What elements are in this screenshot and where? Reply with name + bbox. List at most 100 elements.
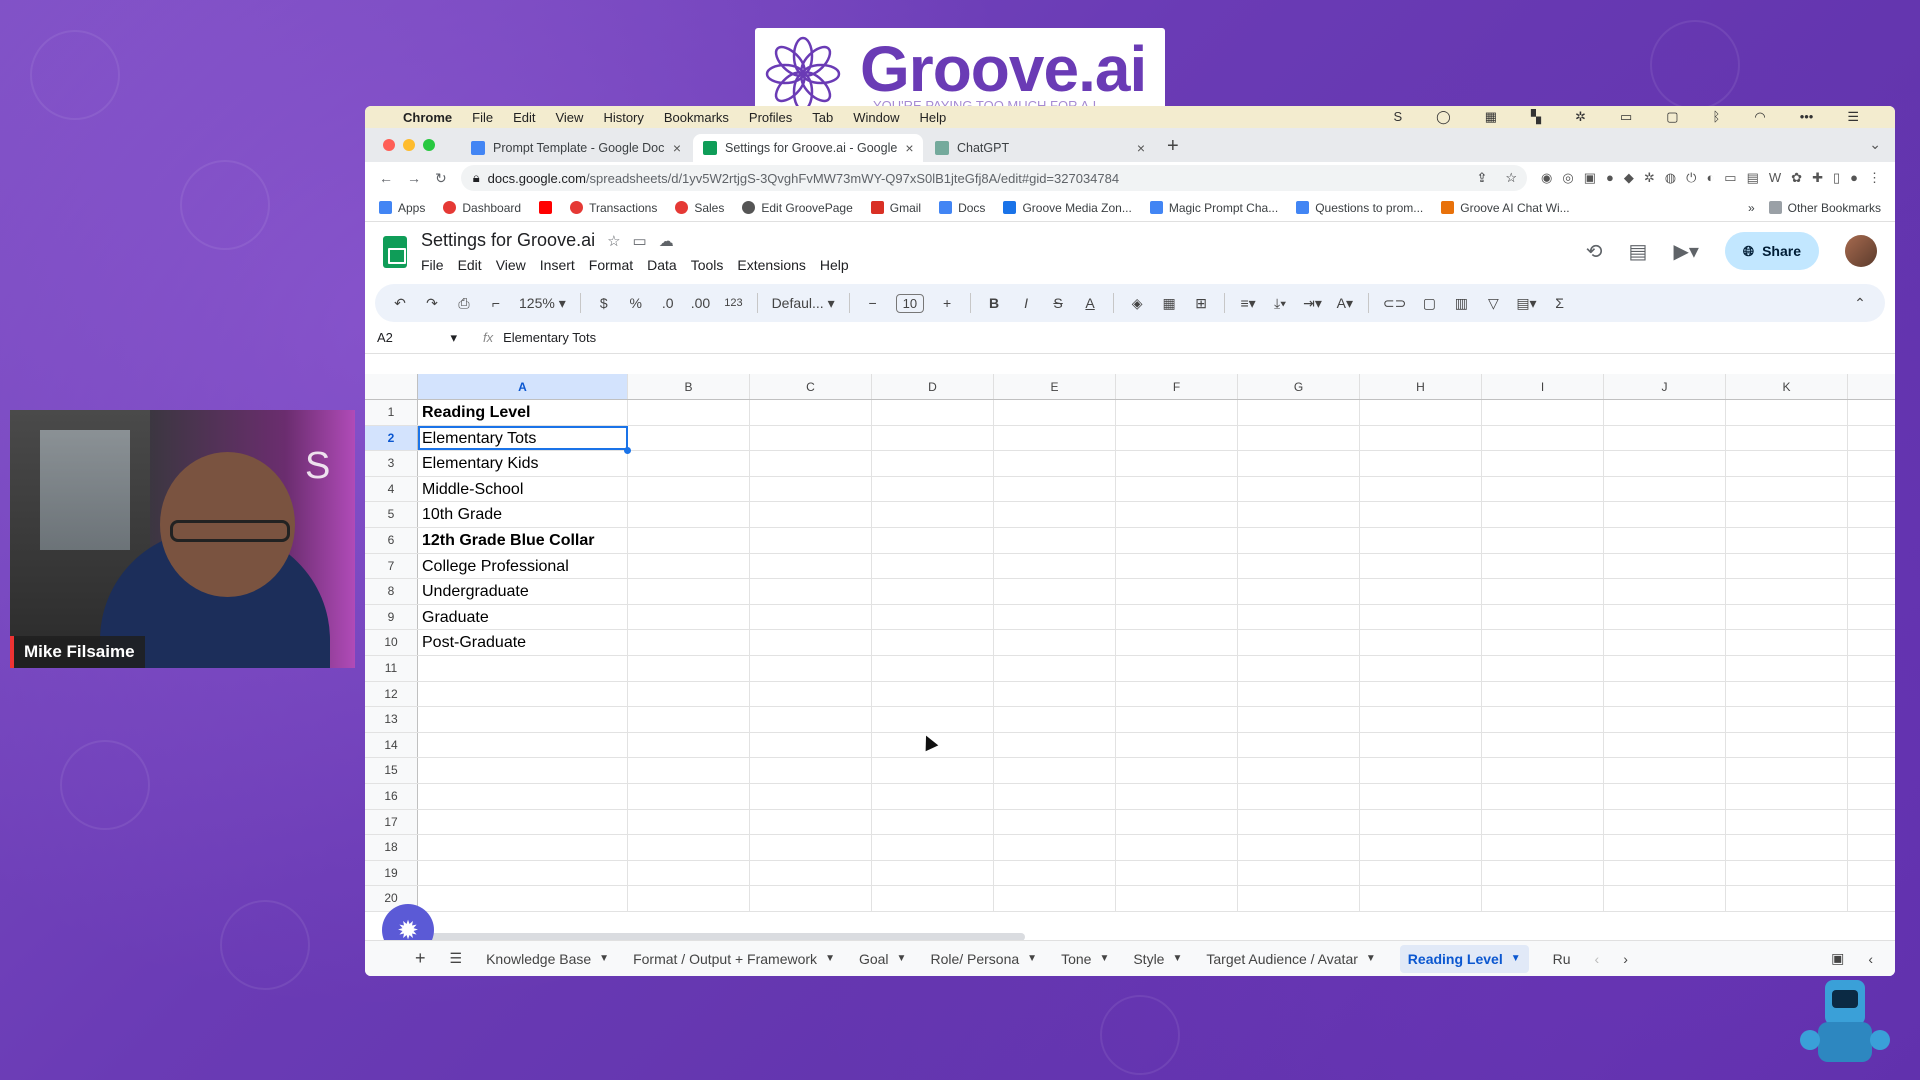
cell[interactable] [1238,860,1360,886]
text-rotation-icon[interactable]: A▾ [1336,295,1354,312]
cell[interactable] [994,476,1116,502]
bookmark-transactions[interactable]: Transactions [570,201,657,215]
bookmark-docs[interactable]: Docs [939,201,985,215]
cell[interactable] [1238,425,1360,451]
cell[interactable] [994,886,1116,911]
cell[interactable] [1360,476,1482,502]
menu-help[interactable]: Help [820,257,849,273]
cell[interactable] [1726,579,1848,604]
cell[interactable] [872,579,994,604]
borders-icon[interactable]: ▦ [1160,295,1178,312]
cell[interactable] [1604,553,1726,579]
paint-format-icon[interactable]: ⌐ [487,295,505,311]
extension-icon[interactable]: ◍ [1665,170,1676,186]
cell[interactable] [1604,783,1726,809]
cell[interactable] [1116,809,1238,835]
document-title[interactable]: Settings for Groove.ai [421,230,595,251]
cell[interactable] [628,783,750,809]
row-header[interactable]: 19 [365,860,418,886]
cell[interactable] [1360,860,1482,886]
row-header[interactable]: 7 [365,553,418,579]
cell[interactable] [1238,579,1360,604]
row-header[interactable]: 8 [365,579,418,604]
bold-icon[interactable]: B [985,295,1003,311]
row-header[interactable]: 5 [365,502,418,527]
column-header[interactable]: H [1360,374,1482,399]
column-header[interactable]: K [1726,374,1848,399]
maximize-window-button[interactable] [423,139,435,151]
cell[interactable] [994,527,1116,553]
browser-tab-chatgpt[interactable]: ChatGPT × [925,134,1155,162]
cell[interactable] [872,425,994,451]
cell[interactable] [750,732,872,758]
sheet-tab-dropdown-icon[interactable]: ▼ [1027,953,1037,964]
cell[interactable] [1482,630,1604,655]
column-header[interactable]: D [872,374,994,399]
redo-icon[interactable]: ↷ [423,295,441,312]
minimize-window-button[interactable] [403,139,415,151]
column-header[interactable]: C [750,374,872,399]
comments-icon[interactable]: ▤ [1629,239,1648,264]
column-header[interactable]: E [994,374,1116,399]
cell[interactable] [1604,476,1726,502]
cell[interactable] [1482,681,1604,707]
cell-a[interactable]: Reading Level [418,400,628,425]
cell[interactable] [1360,707,1482,732]
cell[interactable] [1604,681,1726,707]
percent-format-button[interactable]: % [627,295,645,311]
horizontal-align-icon[interactable]: ≡▾ [1239,295,1257,312]
cell[interactable] [872,860,994,886]
bookmark-gmail[interactable]: Gmail [870,201,921,215]
cell[interactable] [1238,400,1360,425]
cell-a[interactable]: Post-Graduate [418,630,628,655]
cell[interactable] [1482,604,1604,630]
cell[interactable] [872,809,994,835]
cell[interactable] [1116,835,1238,860]
bookmark-edit-groovepage[interactable]: Edit GroovePage [742,201,853,215]
cell[interactable] [750,860,872,886]
cell[interactable] [1482,527,1604,553]
cell[interactable] [1604,655,1726,681]
cell[interactable] [1482,758,1604,783]
cell[interactable] [994,809,1116,835]
cell[interactable] [1360,527,1482,553]
cell[interactable] [1360,783,1482,809]
increase-decimal-button[interactable]: .00 [691,295,710,311]
menu-view[interactable]: View [496,257,526,273]
all-sheets-menu-icon[interactable]: ☰ [450,950,463,967]
cell[interactable] [1604,707,1726,732]
cell[interactable] [628,758,750,783]
sheet-tab-dropdown-icon[interactable]: ▼ [1099,953,1109,964]
cell[interactable] [1482,553,1604,579]
cell[interactable] [872,451,994,476]
italic-icon[interactable]: I [1017,295,1035,311]
move-folder-icon[interactable]: ▭ [633,232,647,250]
cell[interactable] [1482,809,1604,835]
menubar-history[interactable]: History [603,110,643,125]
text-wrap-icon[interactable]: ⇥▾ [1303,295,1322,312]
row-header[interactable]: 17 [365,809,418,835]
cell[interactable] [1726,681,1848,707]
cell[interactable] [1116,655,1238,681]
cell[interactable] [872,527,994,553]
cell[interactable] [994,553,1116,579]
cell[interactable] [1604,732,1726,758]
menubar-file[interactable]: File [472,110,493,125]
cell[interactable] [994,835,1116,860]
cell-a[interactable]: Elementary Kids [418,451,628,476]
close-window-button[interactable] [383,139,395,151]
status-control-center-icon[interactable]: ☰ [1847,109,1859,125]
status-camera-icon[interactable]: ▢ [1666,109,1678,125]
more-bookmarks-chevron[interactable]: » [1748,201,1755,215]
bookmark-questions[interactable]: Questions to prom... [1296,201,1423,215]
fill-color-icon[interactable]: ◈ [1128,295,1146,312]
cell[interactable] [1726,860,1848,886]
cell[interactable] [1116,886,1238,911]
undo-icon[interactable]: ↶ [391,295,409,312]
cell[interactable] [1726,604,1848,630]
row-header[interactable]: 12 [365,681,418,707]
cell[interactable] [872,400,994,425]
cell[interactable] [750,425,872,451]
print-icon[interactable]: ⎙ [455,295,473,312]
row-header[interactable]: 4 [365,476,418,502]
